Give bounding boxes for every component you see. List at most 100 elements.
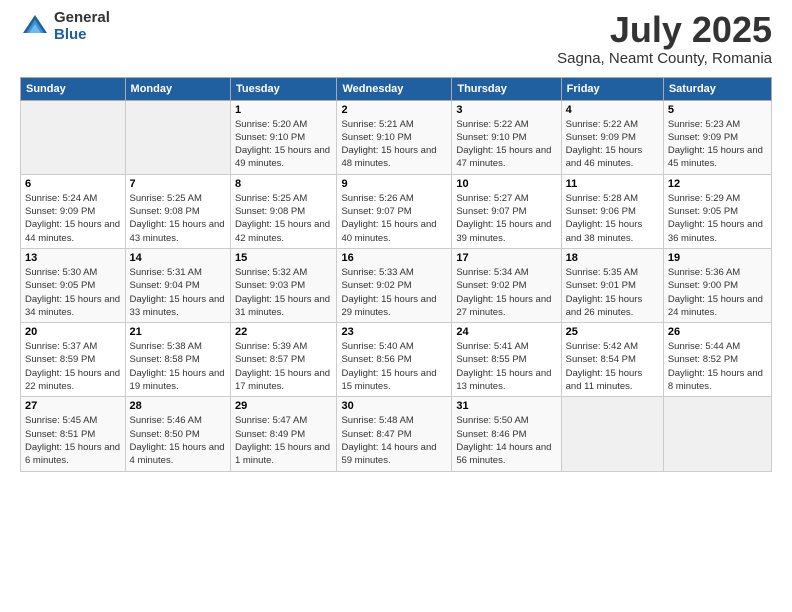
calendar-cell: 25 Sunrise: 5:42 AMSunset: 8:54 PMDayligh… bbox=[561, 323, 663, 397]
logo-icon bbox=[20, 12, 50, 42]
calendar-cell: 24 Sunrise: 5:41 AMSunset: 8:55 PMDayligh… bbox=[452, 323, 561, 397]
calendar-cell: 14 Sunrise: 5:31 AMSunset: 9:04 PMDayligh… bbox=[125, 248, 230, 322]
calendar-week-1: 1 Sunrise: 5:20 AMSunset: 9:10 PMDaylight… bbox=[21, 100, 772, 174]
calendar-week-5: 27 Sunrise: 5:45 AMSunset: 8:51 PMDayligh… bbox=[21, 397, 772, 471]
calendar-cell: 18 Sunrise: 5:35 AMSunset: 9:01 PMDayligh… bbox=[561, 248, 663, 322]
cell-info: Sunrise: 5:41 AMSunset: 8:55 PMDaylight:… bbox=[456, 340, 556, 393]
logo-text: General Blue bbox=[54, 10, 110, 43]
cell-info: Sunrise: 5:39 AMSunset: 8:57 PMDaylight:… bbox=[235, 340, 333, 393]
day-header-saturday: Saturday bbox=[663, 77, 771, 100]
day-number: 27 bbox=[25, 400, 121, 412]
cell-info: Sunrise: 5:26 AMSunset: 9:07 PMDaylight:… bbox=[341, 192, 447, 245]
day-number: 9 bbox=[341, 178, 447, 190]
calendar-cell: 4Sunrise: 5:22 AMSunset: 9:09 PMDaylight… bbox=[561, 100, 663, 174]
calendar-week-2: 6 Sunrise: 5:24 AMSunset: 9:09 PMDaylight… bbox=[21, 174, 772, 248]
day-number: 10 bbox=[456, 178, 556, 190]
cell-info: Sunrise: 5:35 AMSunset: 9:01 PMDaylight:… bbox=[566, 266, 659, 319]
day-number: 26 bbox=[668, 326, 767, 338]
calendar-cell: 20Sunrise: 5:37 AMSunset: 8:59 PMDayligh… bbox=[21, 323, 126, 397]
cell-info: Sunrise: 5:25 AMSunset: 9:08 PMDaylight:… bbox=[235, 192, 333, 245]
cell-info: Sunrise: 5:25 AMSunset: 9:08 PMDaylight:… bbox=[130, 192, 226, 245]
cell-info: Sunrise: 5:20 AMSunset: 9:10 PMDaylight:… bbox=[235, 118, 333, 171]
day-number: 17 bbox=[456, 252, 556, 264]
calendar-cell: 13 Sunrise: 5:30 AMSunset: 9:05 PMDayligh… bbox=[21, 248, 126, 322]
calendar-week-4: 20Sunrise: 5:37 AMSunset: 8:59 PMDayligh… bbox=[21, 323, 772, 397]
calendar-cell: 2 Sunrise: 5:21 AMSunset: 9:10 PMDaylight… bbox=[337, 100, 452, 174]
day-number: 1 bbox=[235, 104, 333, 116]
day-number: 22 bbox=[235, 326, 333, 338]
cell-info: Sunrise: 5:21 AMSunset: 9:10 PMDaylight:… bbox=[341, 118, 447, 171]
day-number: 14 bbox=[130, 252, 226, 264]
calendar-cell: 16Sunrise: 5:33 AMSunset: 9:02 PMDayligh… bbox=[337, 248, 452, 322]
calendar-cell: 19Sunrise: 5:36 AMSunset: 9:00 PMDayligh… bbox=[663, 248, 771, 322]
calendar-cell: 1 Sunrise: 5:20 AMSunset: 9:10 PMDaylight… bbox=[230, 100, 337, 174]
calendar-cell: 17 Sunrise: 5:34 AMSunset: 9:02 PMDayligh… bbox=[452, 248, 561, 322]
calendar-cell: 10 Sunrise: 5:27 AMSunset: 9:07 PMDayligh… bbox=[452, 174, 561, 248]
calendar-cell: 5Sunrise: 5:23 AMSunset: 9:09 PMDaylight… bbox=[663, 100, 771, 174]
calendar-cell: 12Sunrise: 5:29 AMSunset: 9:05 PMDayligh… bbox=[663, 174, 771, 248]
cell-info: Sunrise: 5:27 AMSunset: 9:07 PMDaylight:… bbox=[456, 192, 556, 245]
header-row: SundayMondayTuesdayWednesdayThursdayFrid… bbox=[21, 77, 772, 100]
calendar-cell: 9 Sunrise: 5:26 AMSunset: 9:07 PMDaylight… bbox=[337, 174, 452, 248]
calendar-cell: 23Sunrise: 5:40 AMSunset: 8:56 PMDayligh… bbox=[337, 323, 452, 397]
day-header-monday: Monday bbox=[125, 77, 230, 100]
day-number: 12 bbox=[668, 178, 767, 190]
day-header-wednesday: Wednesday bbox=[337, 77, 452, 100]
cell-info: Sunrise: 5:42 AMSunset: 8:54 PMDaylight:… bbox=[566, 340, 659, 393]
cell-info: Sunrise: 5:48 AMSunset: 8:47 PMDaylight:… bbox=[341, 414, 447, 467]
calendar-cell: 31Sunrise: 5:50 AMSunset: 8:46 PMDayligh… bbox=[452, 397, 561, 471]
header: General Blue July 2025 Sagna, Neamt Coun… bbox=[20, 10, 772, 67]
logo-blue: Blue bbox=[54, 27, 110, 44]
day-number: 28 bbox=[130, 400, 226, 412]
day-number: 5 bbox=[668, 104, 767, 116]
cell-info: Sunrise: 5:34 AMSunset: 9:02 PMDaylight:… bbox=[456, 266, 556, 319]
day-number: 6 bbox=[25, 178, 121, 190]
cell-info: Sunrise: 5:24 AMSunset: 9:09 PMDaylight:… bbox=[25, 192, 121, 245]
calendar-cell: 26 Sunrise: 5:44 AMSunset: 8:52 PMDayligh… bbox=[663, 323, 771, 397]
logo: General Blue bbox=[20, 10, 110, 43]
day-number: 29 bbox=[235, 400, 333, 412]
cell-info: Sunrise: 5:30 AMSunset: 9:05 PMDaylight:… bbox=[25, 266, 121, 319]
calendar-cell: 6 Sunrise: 5:24 AMSunset: 9:09 PMDaylight… bbox=[21, 174, 126, 248]
main-title: July 2025 bbox=[557, 10, 772, 50]
day-number: 21 bbox=[130, 326, 226, 338]
calendar-cell: 8 Sunrise: 5:25 AMSunset: 9:08 PMDaylight… bbox=[230, 174, 337, 248]
cell-info: Sunrise: 5:47 AMSunset: 8:49 PMDaylight:… bbox=[235, 414, 333, 467]
day-number: 7 bbox=[130, 178, 226, 190]
cell-info: Sunrise: 5:45 AMSunset: 8:51 PMDaylight:… bbox=[25, 414, 121, 467]
day-number: 15 bbox=[235, 252, 333, 264]
day-number: 19 bbox=[668, 252, 767, 264]
day-number: 11 bbox=[566, 178, 659, 190]
day-number: 25 bbox=[566, 326, 659, 338]
calendar-cell: 21 Sunrise: 5:38 AMSunset: 8:58 PMDayligh… bbox=[125, 323, 230, 397]
calendar-table: SundayMondayTuesdayWednesdayThursdayFrid… bbox=[20, 77, 772, 472]
cell-info: Sunrise: 5:38 AMSunset: 8:58 PMDaylight:… bbox=[130, 340, 226, 393]
day-number: 23 bbox=[341, 326, 447, 338]
calendar-cell bbox=[21, 100, 126, 174]
calendar-cell: 7 Sunrise: 5:25 AMSunset: 9:08 PMDaylight… bbox=[125, 174, 230, 248]
calendar-cell: 27 Sunrise: 5:45 AMSunset: 8:51 PMDayligh… bbox=[21, 397, 126, 471]
day-header-friday: Friday bbox=[561, 77, 663, 100]
day-header-tuesday: Tuesday bbox=[230, 77, 337, 100]
day-number: 24 bbox=[456, 326, 556, 338]
cell-info: Sunrise: 5:33 AMSunset: 9:02 PMDaylight:… bbox=[341, 266, 447, 319]
calendar-cell: 11 Sunrise: 5:28 AMSunset: 9:06 PMDayligh… bbox=[561, 174, 663, 248]
day-number: 13 bbox=[25, 252, 121, 264]
calendar-cell: 28Sunrise: 5:46 AMSunset: 8:50 PMDayligh… bbox=[125, 397, 230, 471]
cell-info: Sunrise: 5:31 AMSunset: 9:04 PMDaylight:… bbox=[130, 266, 226, 319]
calendar-cell: 3Sunrise: 5:22 AMSunset: 9:10 PMDaylight… bbox=[452, 100, 561, 174]
day-number: 4 bbox=[566, 104, 659, 116]
page: General Blue July 2025 Sagna, Neamt Coun… bbox=[0, 0, 792, 612]
day-header-sunday: Sunday bbox=[21, 77, 126, 100]
logo-general: General bbox=[54, 10, 110, 27]
day-number: 2 bbox=[341, 104, 447, 116]
day-number: 30 bbox=[341, 400, 447, 412]
cell-info: Sunrise: 5:32 AMSunset: 9:03 PMDaylight:… bbox=[235, 266, 333, 319]
cell-info: Sunrise: 5:44 AMSunset: 8:52 PMDaylight:… bbox=[668, 340, 767, 393]
day-number: 18 bbox=[566, 252, 659, 264]
day-number: 8 bbox=[235, 178, 333, 190]
calendar-week-3: 13 Sunrise: 5:30 AMSunset: 9:05 PMDayligh… bbox=[21, 248, 772, 322]
cell-info: Sunrise: 5:28 AMSunset: 9:06 PMDaylight:… bbox=[566, 192, 659, 245]
calendar-cell bbox=[663, 397, 771, 471]
day-header-thursday: Thursday bbox=[452, 77, 561, 100]
